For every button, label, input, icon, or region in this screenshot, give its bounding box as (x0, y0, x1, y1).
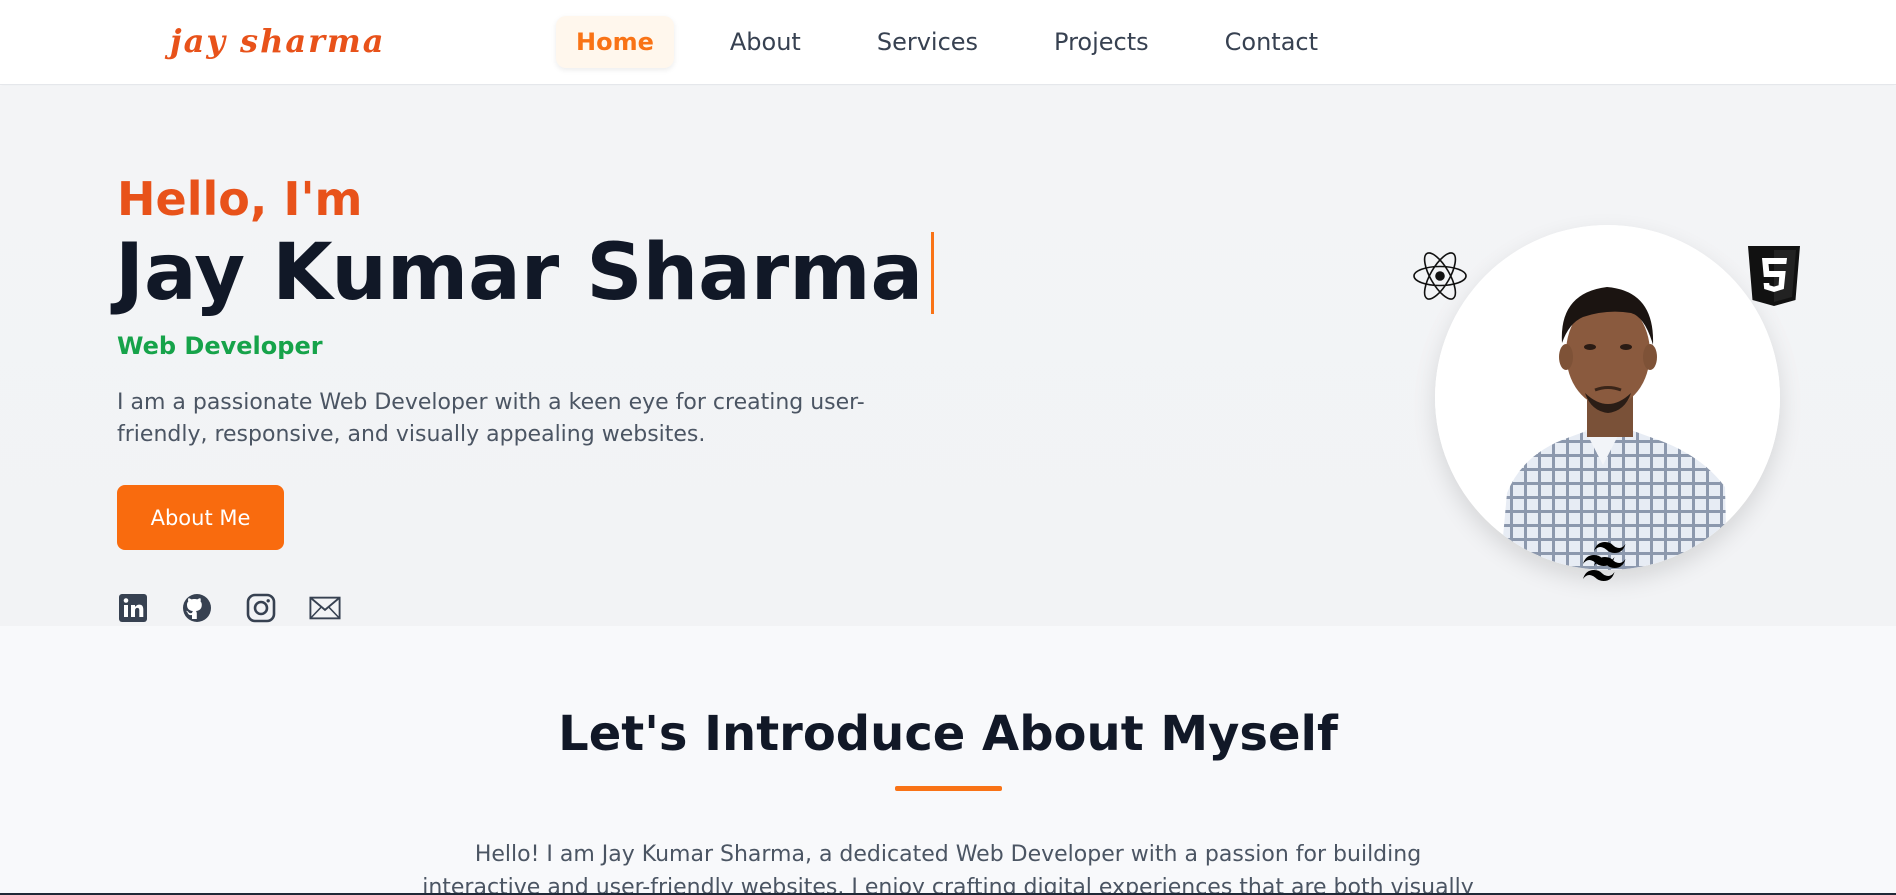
nav-services[interactable]: Services (857, 16, 998, 68)
about-me-button[interactable]: About Me (117, 485, 284, 550)
typing-caret (931, 232, 935, 314)
react-icon (1410, 248, 1470, 304)
hero-role: Web Developer (117, 332, 323, 360)
about-title: Let's Introduce About Myself (558, 706, 1338, 762)
mail-icon[interactable] (309, 592, 341, 624)
hero-name-text: Jay Kumar Sharma (115, 228, 924, 318)
main-nav: Home About Services Projects Contact (556, 13, 1374, 71)
hero-greeting: Hello, I'm (117, 172, 363, 226)
profile-photo (1435, 225, 1780, 570)
linkedin-icon[interactable] (117, 592, 149, 624)
instagram-icon[interactable] (245, 592, 277, 624)
nav-projects[interactable]: Projects (1034, 16, 1169, 68)
nav-home[interactable]: Home (556, 16, 674, 68)
tailwind-icon (1572, 540, 1638, 584)
html5-icon (1745, 245, 1803, 307)
nav-contact[interactable]: Contact (1205, 16, 1338, 68)
about-text: Hello! I am Jay Kumar Sharma, a dedicate… (422, 842, 1474, 895)
hero-bio: I am a passionate Web Developer with a k… (117, 390, 865, 447)
logo[interactable]: jay sharma (170, 22, 386, 60)
github-icon[interactable] (181, 592, 213, 624)
social-links (117, 592, 373, 624)
hero-name: Jay Kumar Sharma (115, 228, 935, 318)
nav-about[interactable]: About (710, 16, 821, 68)
site-header: jay sharma Home About Services Projects … (0, 0, 1896, 85)
title-underline (895, 786, 1002, 791)
